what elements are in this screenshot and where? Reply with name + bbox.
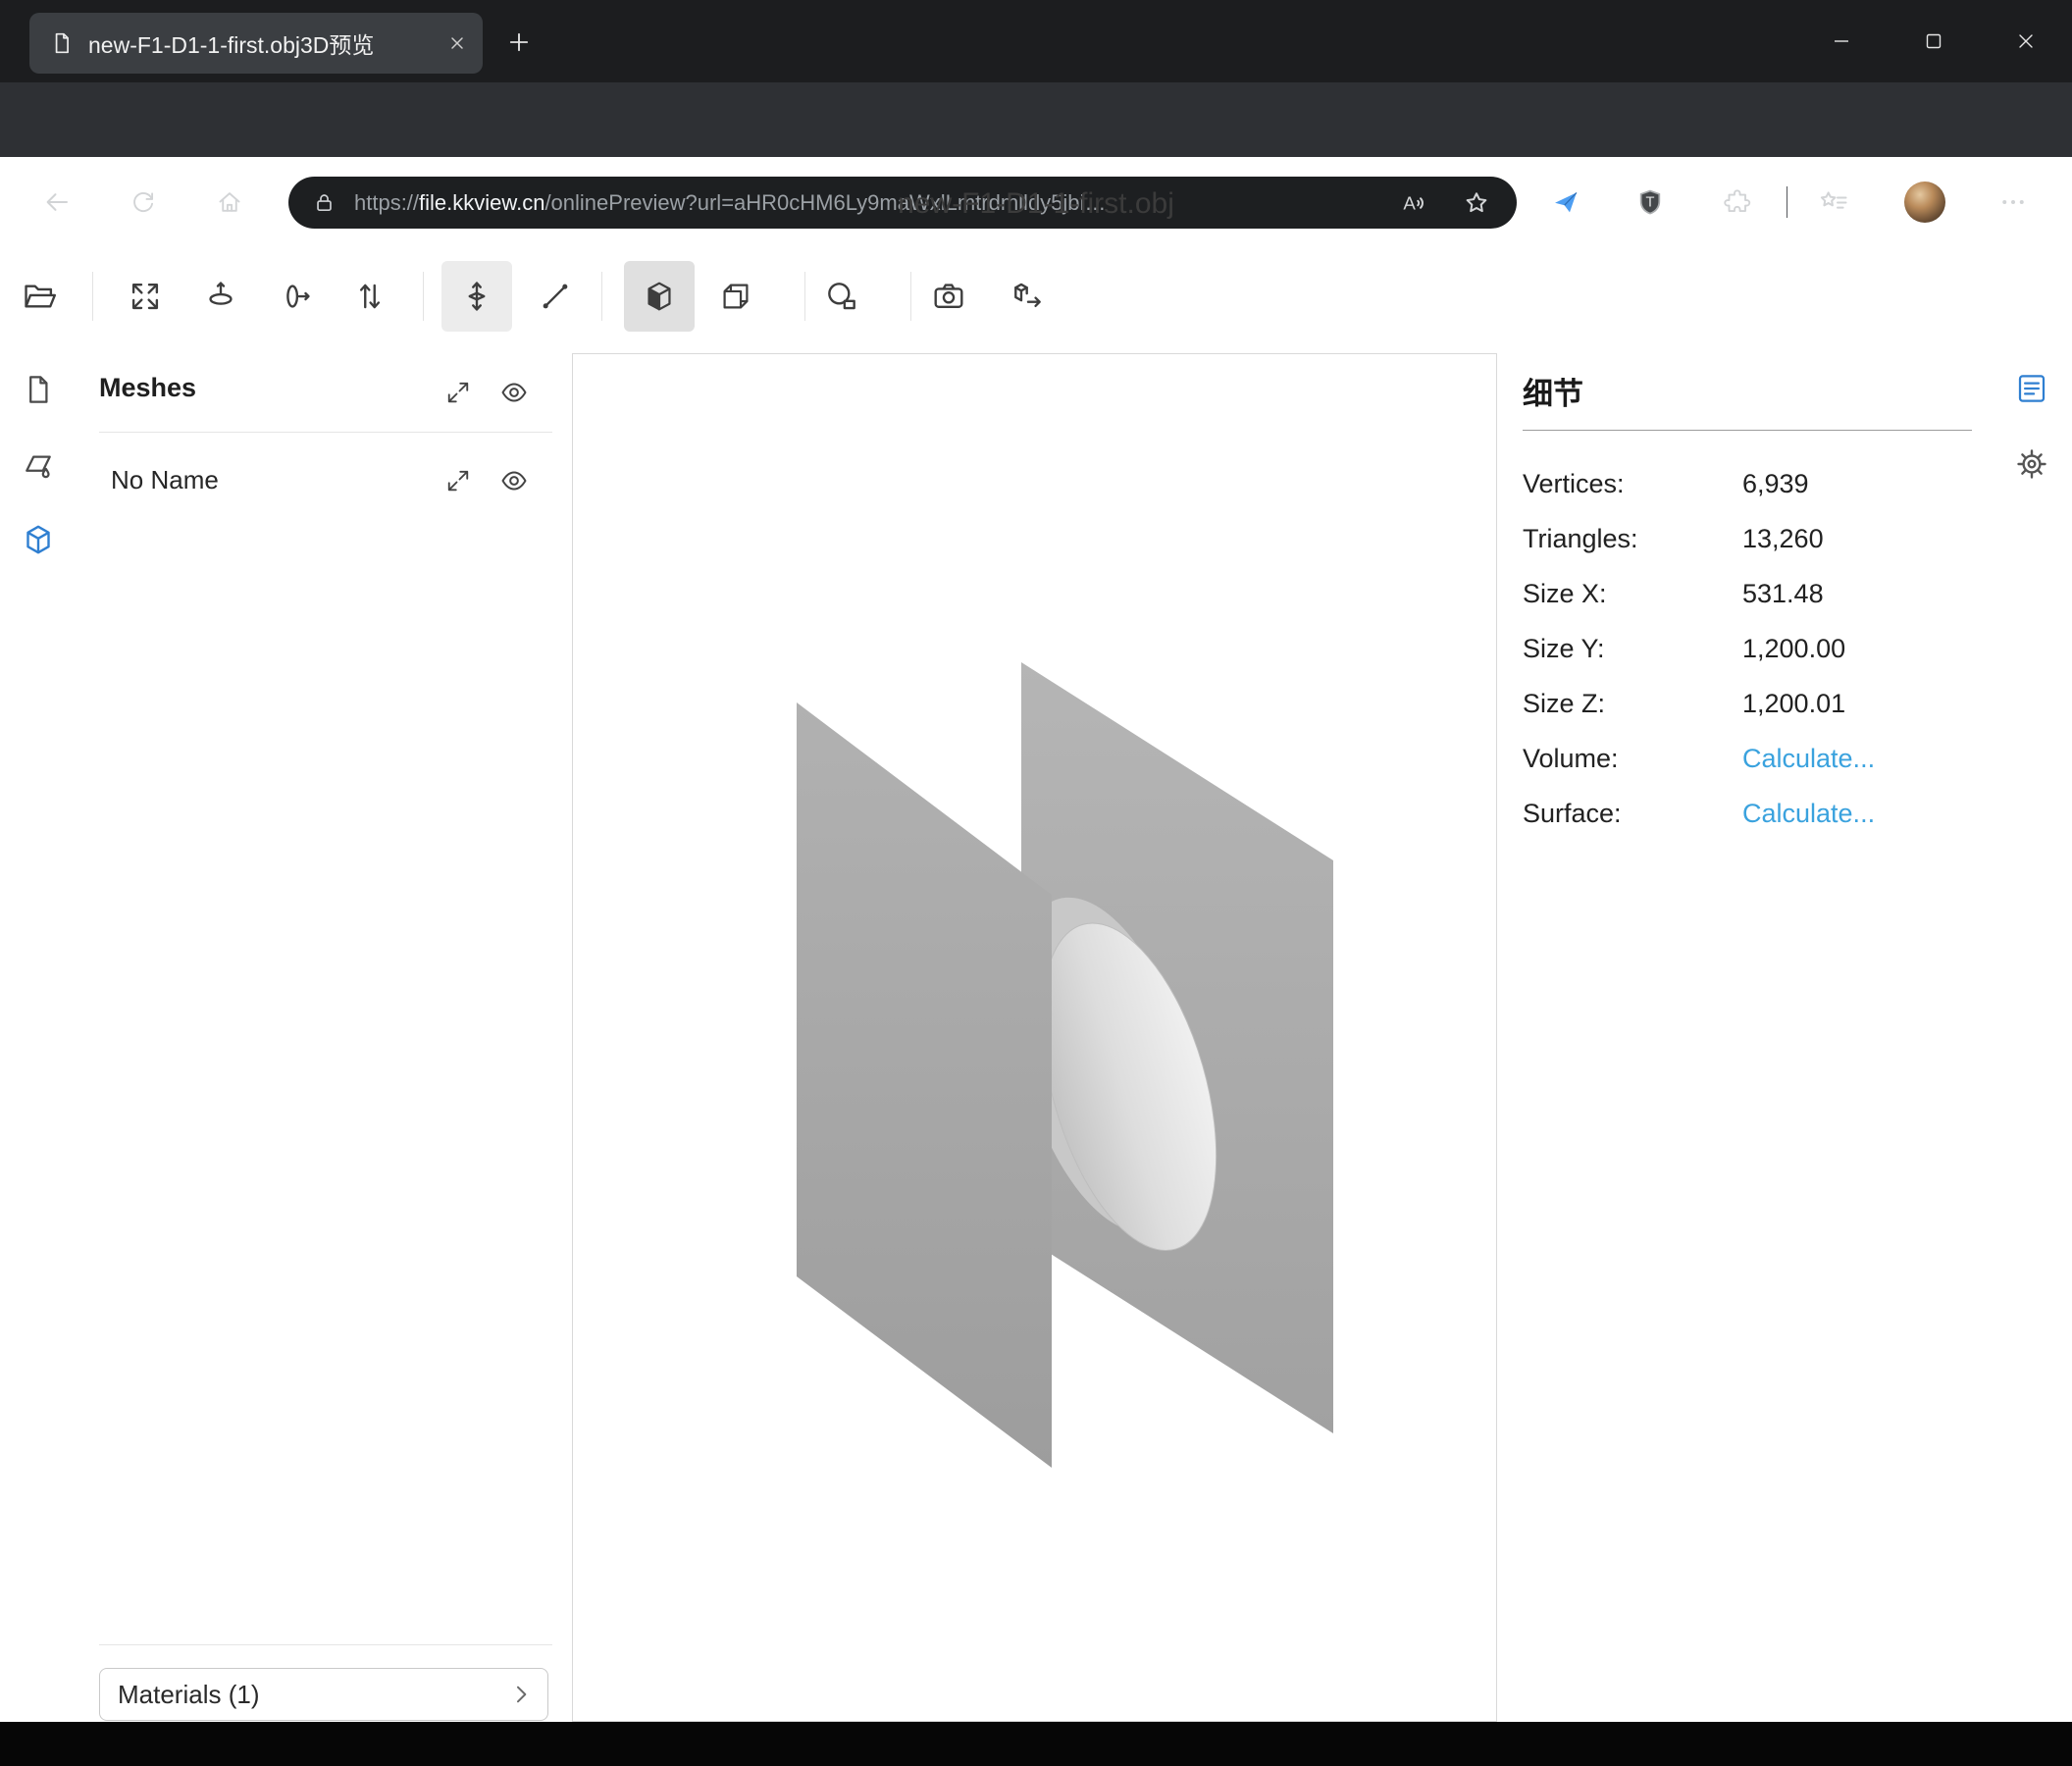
toolbar-separator: [423, 272, 424, 321]
gear-icon: [2014, 446, 2049, 482]
open-file-icon: [21, 278, 58, 315]
eye-icon: [498, 377, 530, 408]
detail-label: Size X:: [1523, 579, 1742, 609]
close-icon: [2014, 29, 2038, 53]
eye-icon: [498, 465, 530, 496]
line-tool-button[interactable]: [520, 261, 591, 332]
rotate-z-button[interactable]: [260, 261, 331, 332]
shaded-view-button[interactable]: [624, 261, 695, 332]
materials-button[interactable]: Materials (1): [99, 1668, 548, 1721]
toggle-mesh-visibility-button[interactable]: [492, 459, 536, 502]
panel-divider: [99, 432, 552, 433]
settings-button[interactable]: [2005, 438, 2058, 491]
open-file-button[interactable]: [4, 261, 75, 332]
box-wireframe-icon: [717, 278, 754, 315]
fit-mesh-button[interactable]: [437, 459, 480, 502]
detail-value: 13,260: [1742, 524, 1824, 554]
detail-label: Vertices:: [1523, 469, 1742, 499]
tab-document-icon: [49, 30, 75, 56]
new-tab-button[interactable]: [504, 27, 534, 57]
detail-label: Surface:: [1523, 799, 1742, 829]
window-minimize-button[interactable]: [1795, 0, 1888, 82]
detail-value: 1,200.00: [1742, 634, 1845, 664]
meshes-panel-header: Meshes: [99, 373, 196, 403]
camera-icon: [930, 278, 967, 315]
toolbar-separator: [92, 272, 93, 321]
detail-value: 6,939: [1742, 469, 1809, 499]
calculate-volume-link[interactable]: Calculate...: [1742, 744, 1875, 774]
toggle-all-visibility-button[interactable]: [492, 371, 536, 414]
cube-3d-icon: [21, 522, 56, 557]
sidebar-tab-model[interactable]: [12, 513, 65, 566]
detail-row-vertices: Vertices:6,939: [1523, 456, 2033, 511]
detail-row-size-z: Size Z:1,200.01: [1523, 676, 2033, 731]
chevron-right-icon: [508, 1682, 534, 1707]
flip-vertical-button[interactable]: [335, 261, 405, 332]
window-bottom-bar: [0, 1722, 2072, 1766]
fit-all-meshes-button[interactable]: [437, 371, 480, 414]
fit-view-button[interactable]: [110, 261, 181, 332]
measure-button[interactable]: [806, 261, 877, 332]
toolbar-separator: [910, 272, 911, 321]
detail-label: Size Y:: [1523, 634, 1742, 664]
sidebar-tab-materials[interactable]: [12, 439, 65, 492]
plus-icon: [505, 28, 533, 56]
browser-tab-bar: new-F1-D1-1-first.obj3D预览: [0, 0, 2072, 82]
detail-row-volume: Volume:Calculate...: [1523, 731, 2033, 786]
rotate-y-icon: [202, 278, 239, 315]
file-icon: [21, 372, 56, 407]
window-close-button[interactable]: [1980, 0, 2072, 82]
details-panel-toggle-button[interactable]: [2005, 362, 2058, 415]
calculate-surface-link[interactable]: Calculate...: [1742, 799, 1875, 829]
model-render: [573, 354, 1496, 1721]
fit-arrows-icon: [443, 466, 473, 495]
detail-value: 1,200.01: [1742, 689, 1845, 719]
window-controls: [1795, 0, 2072, 82]
export-model-button[interactable]: [992, 261, 1062, 332]
detail-row-triangles: Triangles:13,260: [1523, 511, 2033, 566]
details-divider: [1523, 430, 1972, 431]
minimize-icon: [1830, 29, 1853, 53]
flip-vertical-icon: [351, 278, 388, 315]
maximize-icon: [1922, 29, 1945, 53]
detail-value: 531.48: [1742, 579, 1824, 609]
materials-label: Materials (1): [118, 1680, 259, 1710]
material-sheet-icon: [21, 447, 56, 483]
tab-title: new-F1-D1-1-first.obj3D预览: [88, 26, 447, 60]
mesh-list-item[interactable]: No Name: [111, 465, 219, 495]
detail-row-size-y: Size Y:1,200.00: [1523, 621, 2033, 676]
plane-left: [797, 702, 1052, 1468]
wireframe-view-button[interactable]: [700, 261, 771, 332]
detail-row-size-x: Size X:531.48: [1523, 566, 2033, 621]
page-title: new-F1-D1-1-first.obj: [0, 187, 2072, 221]
sidebar-tab-file-info[interactable]: [12, 363, 65, 416]
viewport-3d[interactable]: [572, 353, 1497, 1722]
details-panel-header: 细节: [1523, 369, 1583, 413]
export-cube-icon: [1009, 278, 1046, 315]
screenshot-button[interactable]: [913, 261, 984, 332]
cube-half-shaded-icon: [641, 278, 678, 315]
move-tool-button[interactable]: [441, 261, 512, 332]
window-maximize-button[interactable]: [1888, 0, 1980, 82]
panel-divider: [99, 1644, 552, 1645]
expand-arrows-icon: [127, 278, 164, 315]
detail-label: Triangles:: [1523, 524, 1742, 554]
browser-tab[interactable]: new-F1-D1-1-first.obj3D预览: [29, 13, 483, 74]
line-tool-icon: [537, 278, 574, 315]
detail-label: Size Z:: [1523, 689, 1742, 719]
tab-close-icon[interactable]: [447, 33, 467, 53]
magnifier-icon: [823, 278, 860, 315]
details-list-icon: [2014, 371, 2049, 406]
detail-row-surface: Surface:Calculate...: [1523, 786, 2033, 841]
detail-label: Volume:: [1523, 744, 1742, 774]
rotate-y-button[interactable]: [185, 261, 256, 332]
toolbar-separator: [601, 272, 602, 321]
rotate-z-icon: [277, 278, 314, 315]
toolbar-separator: [804, 272, 805, 321]
browser-nav-bar: https://file.kkview.cn/onlinePreview?url…: [0, 82, 2072, 157]
move-axis-icon: [458, 278, 495, 315]
fit-arrows-icon: [443, 378, 473, 407]
